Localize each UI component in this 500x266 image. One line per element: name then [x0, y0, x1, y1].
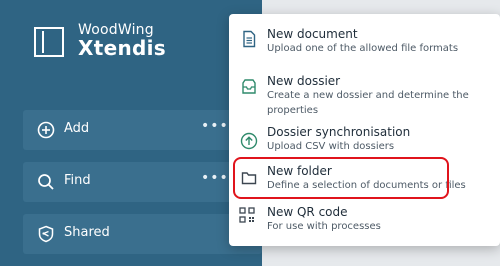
menu-item-new-dossier[interactable]: New dossier Create a new dossier and det… [229, 62, 500, 124]
menu-item-description: For use with processes [267, 221, 381, 232]
menu-item-title: New QR code [267, 205, 348, 219]
menu-item-description: Define a selection of documents or files [267, 180, 466, 191]
dossier-inbox-icon [242, 79, 256, 94]
sidebar-item-label: Find [64, 173, 91, 188]
sidebar-item-find[interactable]: Find ••• [23, 162, 262, 202]
menu-item-new-qr-code[interactable]: New QR code For use with processes [229, 204, 500, 246]
menu-item-dossier-synchronisation[interactable]: Dossier synchronisation Upload CSV with … [229, 124, 500, 158]
sidebar-item-label: Shared [64, 225, 110, 240]
more-options-icon[interactable]: ••• [201, 118, 229, 134]
menu-item-title: New document [267, 27, 358, 41]
upload-arrow-icon [240, 132, 258, 150]
sidebar-item-add[interactable]: Add ••• [23, 110, 262, 150]
shared-shield-icon [38, 225, 54, 243]
sidebar-item-shared[interactable]: Shared [23, 214, 262, 254]
menu-item-new-folder[interactable]: New folder Define a selection of documen… [229, 158, 500, 204]
document-icon [243, 30, 256, 48]
menu-item-description: Create a new dossier and determine the p… [267, 90, 469, 116]
search-icon [38, 174, 54, 190]
menu-item-title: Dossier synchronisation [267, 125, 411, 139]
logo-icon [34, 27, 64, 57]
menu-item-description: Upload one of the allowed file formats [267, 43, 459, 54]
menu-item-title: New folder [267, 164, 332, 178]
add-dropdown-menu: New document Upload one of the allowed f… [229, 14, 500, 246]
folder-icon [241, 172, 257, 185]
menu-item-new-document[interactable]: New document Upload one of the allowed f… [229, 14, 500, 62]
plus-circle-icon [37, 121, 55, 139]
menu-item-description: Upload CSV with dossiers [267, 141, 395, 152]
qr-code-icon [239, 207, 255, 223]
brand-name-bottom: Xtendis [78, 36, 166, 60]
menu-item-title: New dossier [267, 74, 341, 88]
more-options-icon[interactable]: ••• [201, 170, 229, 186]
sidebar-item-label: Add [64, 121, 90, 136]
sidebar: WoodWing Xtendis Add ••• Find ••• Shared [0, 0, 262, 266]
